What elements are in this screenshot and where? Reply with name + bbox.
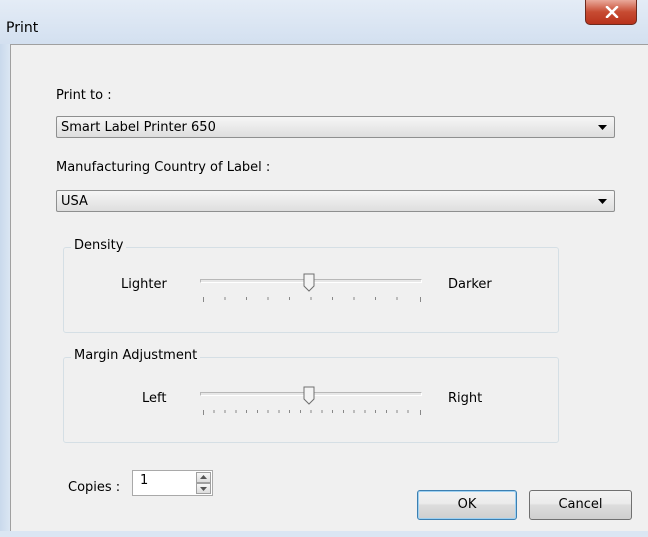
density-slider-ticks xyxy=(203,297,421,302)
title-bar[interactable]: Print xyxy=(0,0,648,44)
margin-min-label: Left xyxy=(142,391,167,406)
margin-slider-ticks xyxy=(203,410,421,415)
window-frame-left xyxy=(0,44,10,537)
printer-select[interactable]: Smart Label Printer 650 xyxy=(56,116,615,138)
density-min-label: Lighter xyxy=(121,277,167,292)
caret-down-icon xyxy=(200,487,207,491)
country-select-value: USA xyxy=(61,194,88,209)
country-label: Manufacturing Country of Label : xyxy=(56,160,271,175)
print-dialog: Print Print to : Smart Label Printer 650… xyxy=(0,0,648,537)
country-select[interactable]: USA xyxy=(56,190,615,212)
close-x-icon xyxy=(605,6,619,18)
margin-slider-thumb[interactable] xyxy=(303,386,315,405)
copies-value: 1 xyxy=(140,473,149,488)
density-max-label: Darker xyxy=(448,277,492,292)
density-group-title: Density xyxy=(71,238,127,253)
copies-decrement-button[interactable] xyxy=(196,483,211,494)
window-frame-bottom xyxy=(0,531,648,537)
printer-select-value: Smart Label Printer 650 xyxy=(61,120,216,135)
copies-spinner[interactable]: 1 xyxy=(132,470,213,496)
caret-up-icon xyxy=(200,475,207,479)
chevron-down-icon xyxy=(598,125,607,130)
chevron-down-icon xyxy=(598,199,607,204)
margin-max-label: Right xyxy=(448,391,483,406)
copies-spin-buttons xyxy=(196,472,211,494)
density-slider-thumb[interactable] xyxy=(303,273,315,292)
margin-group-title: Margin Adjustment xyxy=(71,348,201,363)
copies-increment-button[interactable] xyxy=(196,472,211,483)
ok-button[interactable]: OK xyxy=(417,490,517,520)
dialog-body: Print to : Smart Label Printer 650 Manuf… xyxy=(10,44,648,531)
copies-label: Copies : xyxy=(68,480,121,495)
window-title: Print xyxy=(6,20,39,36)
close-button[interactable] xyxy=(585,0,637,25)
cancel-button[interactable]: Cancel xyxy=(529,490,632,520)
print-to-label: Print to : xyxy=(56,88,112,103)
